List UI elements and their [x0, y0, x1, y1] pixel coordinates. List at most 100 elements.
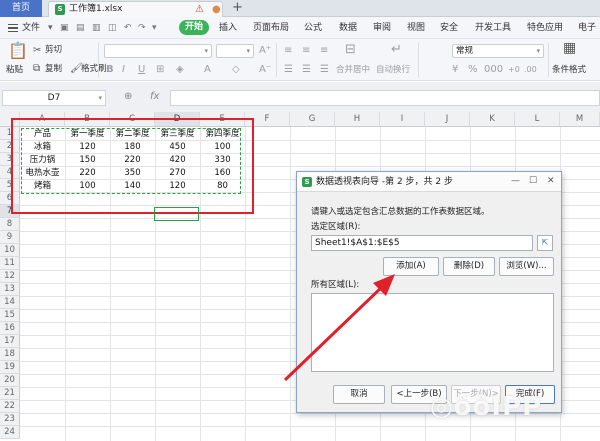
column-header-j[interactable]: J — [425, 112, 470, 127]
cancel-button[interactable]: 取消 — [333, 385, 385, 404]
menu-insert[interactable]: 插入 — [219, 21, 237, 35]
row-header-10[interactable]: 10 — [0, 244, 20, 257]
grow-font-icon[interactable]: A⁺ — [259, 45, 271, 56]
conditional-format-icon[interactable]: ▦ — [563, 41, 576, 55]
merge-center-button[interactable]: 合并居中 — [336, 65, 370, 76]
align-middle-icon[interactable]: ≡ — [302, 45, 310, 56]
menu-electronic[interactable]: 电子 — [578, 21, 596, 35]
all-ranges-list[interactable] — [311, 293, 554, 372]
row-header-8[interactable]: 8 — [0, 218, 20, 231]
paste-icon[interactable]: 📋 — [8, 43, 28, 59]
range-picker-icon[interactable]: ⇱ — [537, 235, 553, 251]
border-icon[interactable]: ⊞ — [156, 64, 164, 75]
align-top-icon[interactable]: ≡ — [284, 45, 292, 56]
preview-icon[interactable]: ◫ — [108, 21, 117, 35]
thousands-icon[interactable]: 000 — [484, 64, 503, 75]
browse-button[interactable]: 浏览(W)... — [499, 257, 554, 276]
add-button[interactable]: 添加(A) — [383, 257, 439, 276]
row-header-14[interactable]: 14 — [0, 296, 20, 309]
row-header-17[interactable]: 17 — [0, 335, 20, 348]
fx-label[interactable]: fx — [150, 91, 159, 102]
menu-start[interactable]: 开始 — [179, 20, 209, 35]
shrink-font-icon[interactable]: A⁻ — [259, 64, 271, 75]
print-icon[interactable]: ▥ — [92, 21, 101, 35]
merge-icon[interactable]: ⊟ — [345, 43, 356, 56]
chevron-down-icon[interactable]: ▾ — [48, 21, 53, 35]
font-color-icon[interactable]: A — [204, 64, 211, 75]
menu-security[interactable]: 安全 — [440, 21, 458, 35]
percent-icon[interactable]: % — [468, 64, 478, 75]
active-cell-d7[interactable] — [154, 207, 199, 221]
align-center-icon[interactable]: ☰ — [302, 64, 311, 75]
unsaved-dot-icon[interactable]: ● — [212, 3, 221, 16]
row-header-15[interactable]: 15 — [0, 309, 20, 322]
row-header-11[interactable]: 11 — [0, 257, 20, 270]
number-format-select[interactable]: 常规 ▾ — [452, 44, 544, 58]
name-box[interactable]: D7 ▾ — [2, 90, 106, 106]
row-header-24[interactable]: 24 — [0, 426, 20, 439]
range-input[interactable]: Sheet1!$A$1:$E$5 — [311, 235, 533, 251]
menu-developer[interactable]: 开发工具 — [475, 21, 511, 35]
minimize-icon[interactable]: — — [511, 175, 520, 188]
row-header-13[interactable]: 13 — [0, 283, 20, 296]
clear-icon[interactable]: ◇ — [232, 64, 240, 75]
menu-data[interactable]: 数据 — [339, 21, 357, 35]
copy-button[interactable]: 复制 — [45, 64, 62, 75]
scissors-icon[interactable]: ✂ — [33, 45, 41, 56]
conditional-format-button[interactable]: 条件格式 — [552, 65, 586, 76]
column-header-l[interactable]: L — [515, 112, 560, 127]
maximize-icon[interactable]: ☐ — [529, 175, 537, 188]
bold-icon[interactable]: B — [106, 64, 114, 75]
column-header-g[interactable]: G — [290, 112, 335, 127]
row-header-12[interactable]: 12 — [0, 270, 20, 283]
workbook-tab[interactable]: S 工作簿1.xlsx ⚠ ● — [48, 1, 223, 17]
row-header-19[interactable]: 19 — [0, 361, 20, 374]
menu-file[interactable]: 文件 — [22, 21, 40, 35]
folder-icon[interactable]: ▤ — [76, 21, 85, 35]
cut-button[interactable]: 剪切 — [45, 45, 62, 56]
menu-icon[interactable] — [8, 24, 18, 32]
row-header-18[interactable]: 18 — [0, 348, 20, 361]
zoom-icon[interactable]: ⊕ — [124, 91, 132, 102]
wrap-text-icon[interactable]: ↵ — [391, 43, 402, 56]
currency-icon[interactable]: ¥ — [452, 64, 458, 75]
menu-page-layout[interactable]: 页面布局 — [253, 21, 289, 35]
fill-color-icon[interactable]: ◈ — [176, 64, 184, 75]
column-header-k[interactable]: K — [470, 112, 515, 127]
delete-button[interactable]: 删除(D) — [443, 257, 495, 276]
format-painter-button[interactable]: 格式刷 — [81, 64, 107, 75]
column-header-m[interactable]: M — [560, 112, 600, 127]
chevron-down-icon[interactable]: ▾ — [152, 21, 157, 35]
dialog-title-bar[interactable]: S 数据透视表向导 -第 2 步，共 2 步 — ☐ ✕ — [297, 172, 561, 192]
row-header-22[interactable]: 22 — [0, 400, 20, 413]
menu-features[interactable]: 特色应用 — [527, 21, 563, 35]
close-icon[interactable]: ✕ — [547, 175, 555, 188]
row-header-9[interactable]: 9 — [0, 231, 20, 244]
font-size-select[interactable]: ▾ — [216, 44, 254, 58]
row-header-21[interactable]: 21 — [0, 387, 20, 400]
menu-formula[interactable]: 公式 — [304, 21, 322, 35]
paste-label[interactable]: 粘贴 — [6, 65, 23, 76]
row-header-20[interactable]: 20 — [0, 374, 20, 387]
font-name-select[interactable]: ▾ — [104, 44, 212, 58]
align-bottom-icon[interactable]: ≡ — [320, 45, 328, 56]
column-header-h[interactable]: H — [335, 112, 380, 127]
italic-icon[interactable]: I — [122, 64, 125, 75]
home-tab[interactable]: 首页 — [0, 0, 42, 17]
new-tab-button[interactable]: + — [232, 0, 243, 16]
save-icon[interactable]: ▣ — [60, 21, 69, 35]
row-header-16[interactable]: 16 — [0, 322, 20, 335]
decrease-decimal-icon[interactable]: .00 — [524, 64, 537, 75]
underline-icon[interactable]: U — [138, 64, 145, 75]
row-header-23[interactable]: 23 — [0, 413, 20, 426]
menu-view[interactable]: 视图 — [407, 21, 425, 35]
formula-input[interactable] — [170, 90, 600, 106]
increase-decimal-icon[interactable]: +0 — [508, 64, 520, 75]
copy-icon[interactable]: ⧉ — [33, 63, 40, 74]
align-right-icon[interactable]: ☰ — [320, 64, 329, 75]
align-left-icon[interactable]: ☰ — [284, 64, 293, 75]
redo-icon[interactable]: ↷ — [138, 21, 146, 35]
column-header-i[interactable]: I — [380, 112, 425, 127]
menu-review[interactable]: 审阅 — [373, 21, 391, 35]
wrap-text-button[interactable]: 自动换行 — [376, 65, 410, 76]
